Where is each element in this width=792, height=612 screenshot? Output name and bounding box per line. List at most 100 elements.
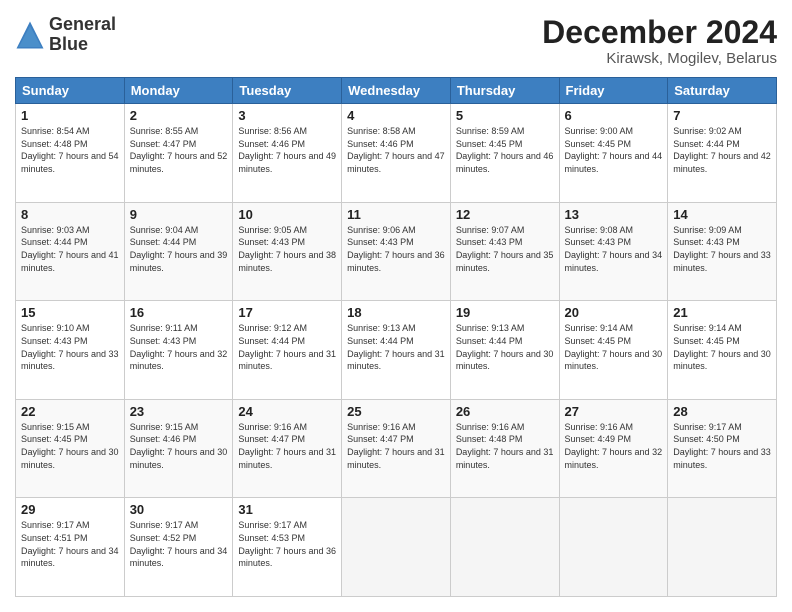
- day-info: Sunrise: 9:09 AMSunset: 4:43 PMDaylight:…: [673, 224, 771, 274]
- day-number: 16: [130, 305, 228, 320]
- day-number: 25: [347, 404, 445, 419]
- day-number: 17: [238, 305, 336, 320]
- table-row: 28 Sunrise: 9:17 AMSunset: 4:50 PMDaylig…: [668, 399, 777, 498]
- table-row: 22 Sunrise: 9:15 AMSunset: 4:45 PMDaylig…: [16, 399, 125, 498]
- table-row: 5 Sunrise: 8:59 AMSunset: 4:45 PMDayligh…: [450, 104, 559, 203]
- day-info: Sunrise: 8:58 AMSunset: 4:46 PMDaylight:…: [347, 125, 445, 175]
- col-wednesday: Wednesday: [342, 78, 451, 104]
- day-number: 11: [347, 207, 445, 222]
- col-tuesday: Tuesday: [233, 78, 342, 104]
- table-row: [559, 498, 668, 597]
- table-row: 30 Sunrise: 9:17 AMSunset: 4:52 PMDaylig…: [124, 498, 233, 597]
- table-row: 4 Sunrise: 8:58 AMSunset: 4:46 PMDayligh…: [342, 104, 451, 203]
- table-row: 14 Sunrise: 9:09 AMSunset: 4:43 PMDaylig…: [668, 202, 777, 301]
- table-row: 31 Sunrise: 9:17 AMSunset: 4:53 PMDaylig…: [233, 498, 342, 597]
- calendar-row: 15 Sunrise: 9:10 AMSunset: 4:43 PMDaylig…: [16, 301, 777, 400]
- day-info: Sunrise: 9:11 AMSunset: 4:43 PMDaylight:…: [130, 322, 228, 372]
- col-thursday: Thursday: [450, 78, 559, 104]
- calendar-table: Sunday Monday Tuesday Wednesday Thursday…: [15, 77, 777, 597]
- table-row: 18 Sunrise: 9:13 AMSunset: 4:44 PMDaylig…: [342, 301, 451, 400]
- table-row: 3 Sunrise: 8:56 AMSunset: 4:46 PMDayligh…: [233, 104, 342, 203]
- day-number: 8: [21, 207, 119, 222]
- col-sunday: Sunday: [16, 78, 125, 104]
- col-friday: Friday: [559, 78, 668, 104]
- table-row: 1 Sunrise: 8:54 AMSunset: 4:48 PMDayligh…: [16, 104, 125, 203]
- day-info: Sunrise: 9:17 AMSunset: 4:52 PMDaylight:…: [130, 519, 228, 569]
- table-row: [450, 498, 559, 597]
- table-row: 17 Sunrise: 9:12 AMSunset: 4:44 PMDaylig…: [233, 301, 342, 400]
- calendar-header-row: Sunday Monday Tuesday Wednesday Thursday…: [16, 78, 777, 104]
- day-number: 22: [21, 404, 119, 419]
- day-info: Sunrise: 9:16 AMSunset: 4:47 PMDaylight:…: [347, 421, 445, 471]
- calendar-row: 1 Sunrise: 8:54 AMSunset: 4:48 PMDayligh…: [16, 104, 777, 203]
- day-number: 31: [238, 502, 336, 517]
- table-row: 7 Sunrise: 9:02 AMSunset: 4:44 PMDayligh…: [668, 104, 777, 203]
- title-block: December 2024 Kirawsk, Mogilev, Belarus: [542, 15, 777, 67]
- day-info: Sunrise: 9:17 AMSunset: 4:51 PMDaylight:…: [21, 519, 119, 569]
- day-info: Sunrise: 9:14 AMSunset: 4:45 PMDaylight:…: [673, 322, 771, 372]
- day-number: 18: [347, 305, 445, 320]
- day-number: 6: [565, 108, 663, 123]
- day-number: 24: [238, 404, 336, 419]
- day-number: 28: [673, 404, 771, 419]
- day-info: Sunrise: 9:17 AMSunset: 4:53 PMDaylight:…: [238, 519, 336, 569]
- table-row: 12 Sunrise: 9:07 AMSunset: 4:43 PMDaylig…: [450, 202, 559, 301]
- day-number: 30: [130, 502, 228, 517]
- day-info: Sunrise: 9:15 AMSunset: 4:46 PMDaylight:…: [130, 421, 228, 471]
- day-info: Sunrise: 9:06 AMSunset: 4:43 PMDaylight:…: [347, 224, 445, 274]
- col-saturday: Saturday: [668, 78, 777, 104]
- page: General Blue December 2024 Kirawsk, Mogi…: [0, 0, 792, 612]
- day-number: 10: [238, 207, 336, 222]
- day-number: 15: [21, 305, 119, 320]
- table-row: 16 Sunrise: 9:11 AMSunset: 4:43 PMDaylig…: [124, 301, 233, 400]
- day-number: 21: [673, 305, 771, 320]
- table-row: 10 Sunrise: 9:05 AMSunset: 4:43 PMDaylig…: [233, 202, 342, 301]
- day-number: 5: [456, 108, 554, 123]
- day-info: Sunrise: 9:10 AMSunset: 4:43 PMDaylight:…: [21, 322, 119, 372]
- calendar-row: 29 Sunrise: 9:17 AMSunset: 4:51 PMDaylig…: [16, 498, 777, 597]
- day-info: Sunrise: 8:55 AMSunset: 4:47 PMDaylight:…: [130, 125, 228, 175]
- day-number: 23: [130, 404, 228, 419]
- day-number: 26: [456, 404, 554, 419]
- day-info: Sunrise: 8:54 AMSunset: 4:48 PMDaylight:…: [21, 125, 119, 175]
- logo-line2: Blue: [49, 35, 116, 55]
- day-number: 29: [21, 502, 119, 517]
- table-row: 13 Sunrise: 9:08 AMSunset: 4:43 PMDaylig…: [559, 202, 668, 301]
- table-row: [342, 498, 451, 597]
- day-number: 9: [130, 207, 228, 222]
- col-monday: Monday: [124, 78, 233, 104]
- day-number: 27: [565, 404, 663, 419]
- day-info: Sunrise: 9:12 AMSunset: 4:44 PMDaylight:…: [238, 322, 336, 372]
- day-info: Sunrise: 9:13 AMSunset: 4:44 PMDaylight:…: [456, 322, 554, 372]
- day-number: 14: [673, 207, 771, 222]
- day-number: 4: [347, 108, 445, 123]
- day-number: 19: [456, 305, 554, 320]
- day-number: 7: [673, 108, 771, 123]
- day-info: Sunrise: 9:14 AMSunset: 4:45 PMDaylight:…: [565, 322, 663, 372]
- table-row: 25 Sunrise: 9:16 AMSunset: 4:47 PMDaylig…: [342, 399, 451, 498]
- day-info: Sunrise: 9:05 AMSunset: 4:43 PMDaylight:…: [238, 224, 336, 274]
- day-number: 3: [238, 108, 336, 123]
- calendar-row: 8 Sunrise: 9:03 AMSunset: 4:44 PMDayligh…: [16, 202, 777, 301]
- logo-icon: [15, 20, 45, 50]
- day-info: Sunrise: 9:16 AMSunset: 4:49 PMDaylight:…: [565, 421, 663, 471]
- day-info: Sunrise: 8:59 AMSunset: 4:45 PMDaylight:…: [456, 125, 554, 175]
- day-number: 1: [21, 108, 119, 123]
- month-title: December 2024: [542, 15, 777, 50]
- logo-text: General Blue: [49, 15, 116, 55]
- day-info: Sunrise: 9:15 AMSunset: 4:45 PMDaylight:…: [21, 421, 119, 471]
- header: General Blue December 2024 Kirawsk, Mogi…: [15, 15, 777, 67]
- table-row: 6 Sunrise: 9:00 AMSunset: 4:45 PMDayligh…: [559, 104, 668, 203]
- table-row: 27 Sunrise: 9:16 AMSunset: 4:49 PMDaylig…: [559, 399, 668, 498]
- table-row: 19 Sunrise: 9:13 AMSunset: 4:44 PMDaylig…: [450, 301, 559, 400]
- table-row: 21 Sunrise: 9:14 AMSunset: 4:45 PMDaylig…: [668, 301, 777, 400]
- day-info: Sunrise: 8:56 AMSunset: 4:46 PMDaylight:…: [238, 125, 336, 175]
- day-number: 2: [130, 108, 228, 123]
- table-row: 9 Sunrise: 9:04 AMSunset: 4:44 PMDayligh…: [124, 202, 233, 301]
- table-row: 24 Sunrise: 9:16 AMSunset: 4:47 PMDaylig…: [233, 399, 342, 498]
- day-info: Sunrise: 9:04 AMSunset: 4:44 PMDaylight:…: [130, 224, 228, 274]
- table-row: 23 Sunrise: 9:15 AMSunset: 4:46 PMDaylig…: [124, 399, 233, 498]
- day-info: Sunrise: 9:17 AMSunset: 4:50 PMDaylight:…: [673, 421, 771, 471]
- location: Kirawsk, Mogilev, Belarus: [542, 50, 777, 67]
- table-row: 20 Sunrise: 9:14 AMSunset: 4:45 PMDaylig…: [559, 301, 668, 400]
